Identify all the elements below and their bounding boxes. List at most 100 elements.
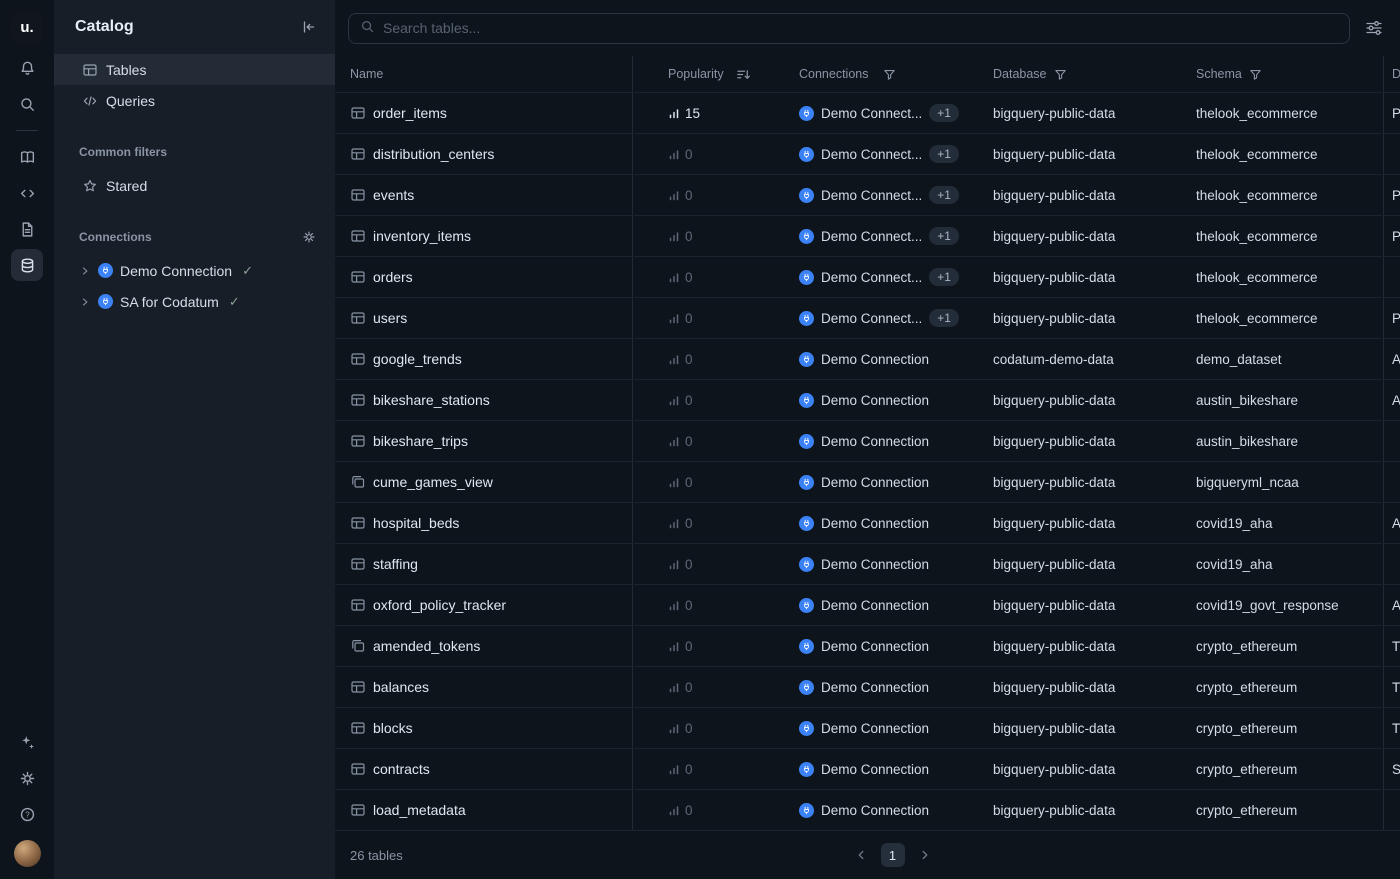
app-logo[interactable]: u. (11, 11, 43, 43)
row-database: bigquery-public-data (993, 721, 1115, 736)
common-filters-section: Common filters Stared (54, 140, 335, 201)
popularity-bars-icon (668, 435, 680, 447)
table-row[interactable]: events 0 Demo Connect... +1 bigquery-pub… (335, 175, 1400, 216)
table-row[interactable]: distribution_centers 0 Demo Connect... +… (335, 134, 1400, 175)
row-connection: Demo Connect... (821, 229, 922, 244)
connection-extra-badge[interactable]: +1 (929, 145, 959, 163)
left-icon-rail: u. ? (0, 0, 54, 879)
popularity-bars-icon (668, 148, 680, 160)
row-popularity: 15 (685, 106, 700, 121)
next-page-icon[interactable] (918, 848, 932, 862)
table-icon (350, 105, 366, 121)
table-row[interactable]: bikeshare_stations 0 Demo Connection big… (335, 380, 1400, 421)
table-row[interactable]: google_trends 0 Demo Connection codatum-… (335, 339, 1400, 380)
popularity-bars-icon (668, 681, 680, 693)
global-search-icon[interactable] (11, 88, 43, 120)
table-icon (350, 679, 366, 695)
table-row[interactable]: amended_tokens 0 Demo Connection bigquer… (335, 626, 1400, 667)
connection-icon (799, 598, 814, 613)
current-page-button[interactable]: 1 (881, 843, 905, 867)
row-name: order_items (373, 105, 447, 121)
search-tables-box[interactable] (348, 13, 1350, 44)
table-row[interactable]: hospital_beds 0 Demo Connection bigquery… (335, 503, 1400, 544)
collapse-sidebar-icon[interactable] (297, 15, 321, 39)
popularity-bars-icon (668, 763, 680, 775)
settings-gear-icon[interactable] (11, 762, 43, 794)
connection-extra-badge[interactable]: +1 (929, 104, 959, 122)
row-database: bigquery-public-data (993, 147, 1115, 162)
row-name: oxford_policy_tracker (373, 597, 506, 613)
connection-item-demo-connection[interactable]: Demo Connection ✓ (54, 255, 335, 286)
help-icon[interactable]: ? (11, 798, 43, 830)
row-popularity: 0 (685, 680, 693, 695)
row-database: bigquery-public-data (993, 188, 1115, 203)
popularity-bars-icon (668, 804, 680, 816)
table-row[interactable]: users 0 Demo Connect... +1 bigquery-publ… (335, 298, 1400, 339)
table-row[interactable]: balances 0 Demo Connection bigquery-publ… (335, 667, 1400, 708)
chevron-right-icon[interactable] (79, 265, 91, 277)
row-name: blocks (373, 720, 413, 736)
filter-sliders-icon[interactable] (1361, 15, 1387, 41)
table-row[interactable]: load_metadata 0 Demo Connection bigquery… (335, 790, 1400, 831)
popularity-bars-icon (668, 230, 680, 242)
row-popularity: 0 (685, 721, 693, 736)
notifications-bell-icon[interactable] (11, 52, 43, 84)
user-avatar[interactable] (14, 840, 41, 867)
connection-extra-badge[interactable]: +1 (929, 268, 959, 286)
table-icon (350, 146, 366, 162)
row-schema: covid19_govt_response (1196, 598, 1339, 613)
verified-check-icon: ✓ (229, 294, 240, 310)
table-row[interactable]: cume_games_view 0 Demo Connection bigque… (335, 462, 1400, 503)
row-database: bigquery-public-data (993, 803, 1115, 818)
pages-document-icon[interactable] (11, 213, 43, 245)
connection-item-sa-for-codatum[interactable]: SA for Codatum ✓ (54, 286, 335, 317)
connection-icon (799, 680, 814, 695)
code-snippets-icon[interactable] (11, 177, 43, 209)
row-connection: Demo Connect... (821, 188, 922, 203)
table-row[interactable]: bikeshare_trips 0 Demo Connection bigque… (335, 421, 1400, 462)
docs-book-icon[interactable] (11, 141, 43, 173)
row-popularity: 0 (685, 557, 693, 572)
table-row[interactable]: staffing 0 Demo Connection bigquery-publ… (335, 544, 1400, 585)
row-database: bigquery-public-data (993, 598, 1115, 613)
connection-extra-badge[interactable]: +1 (929, 186, 959, 204)
table-icon (350, 433, 366, 449)
connection-icon (799, 516, 814, 531)
connection-extra-badge[interactable]: +1 (929, 227, 959, 245)
connection-icon (799, 434, 814, 449)
row-connection: Demo Connect... (821, 311, 922, 326)
filter-funnel-icon[interactable] (1249, 68, 1262, 81)
search-tables-input[interactable] (383, 20, 1338, 36)
connections-settings-gear-icon[interactable] (297, 225, 321, 249)
popularity-bars-icon (668, 640, 680, 652)
sidebar-item-tables[interactable]: Tables (54, 54, 335, 85)
table-row[interactable]: inventory_items 0 Demo Connect... +1 big… (335, 216, 1400, 257)
sidebar-item-queries[interactable]: Queries (54, 85, 335, 116)
column-header-database: Database (993, 67, 1047, 81)
catalog-sidebar: Catalog Tables Queries Common filters (54, 0, 335, 879)
row-name: bikeshare_trips (373, 433, 468, 449)
filter-funnel-icon[interactable] (1054, 68, 1067, 81)
sort-descending-icon[interactable] (736, 67, 751, 82)
row-name: users (373, 310, 407, 326)
table-row[interactable]: orders 0 Demo Connect... +1 bigquery-pub… (335, 257, 1400, 298)
chevron-right-icon[interactable] (79, 296, 91, 308)
filter-funnel-icon[interactable] (883, 68, 896, 81)
row-connection: Demo Connect... (821, 147, 922, 162)
table-row[interactable]: contracts 0 Demo Connection bigquery-pub… (335, 749, 1400, 790)
sidebar-item-stared[interactable]: Stared (54, 170, 335, 201)
popularity-bars-icon (668, 558, 680, 570)
table-icon (350, 515, 366, 531)
table-row[interactable]: order_items 15 Demo Connect... +1 bigque… (335, 93, 1400, 134)
prev-page-icon[interactable] (854, 848, 868, 862)
ai-sparkles-icon[interactable] (11, 726, 43, 758)
table-row[interactable]: blocks 0 Demo Connection bigquery-public… (335, 708, 1400, 749)
table-row[interactable]: oxford_policy_tracker 0 Demo Connection … (335, 585, 1400, 626)
row-connection: Demo Connection (821, 680, 929, 695)
row-database: bigquery-public-data (993, 270, 1115, 285)
view-icon (350, 638, 366, 654)
column-header-schema: Schema (1196, 67, 1242, 81)
connection-extra-badge[interactable]: +1 (929, 309, 959, 327)
catalog-database-icon[interactable] (11, 249, 43, 281)
popularity-bars-icon (668, 312, 680, 324)
